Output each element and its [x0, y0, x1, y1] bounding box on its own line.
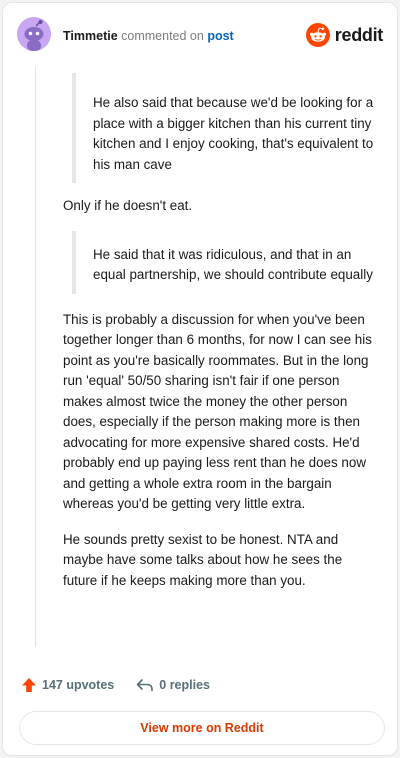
reply-count: 0 replies	[159, 678, 210, 692]
comment-actions: 147 upvotes 0 replies	[21, 677, 210, 693]
upvote-arrow-icon	[22, 678, 36, 692]
comment-card: Timmetie commented on post reddit He als…	[2, 2, 398, 756]
upvote-button[interactable]: 147 upvotes	[21, 677, 114, 693]
comment-paragraph: Only if he doesn't eat.	[63, 198, 193, 213]
view-more-label: View more on Reddit	[140, 721, 264, 735]
view-more-button[interactable]: View more on Reddit	[19, 711, 385, 745]
commented-on-label: commented on	[121, 29, 204, 43]
thread-line	[35, 67, 36, 647]
author-line: Timmetie commented on post	[63, 28, 234, 44]
avatar[interactable]	[17, 17, 51, 51]
quote-text: He also said that because we'd be lookin…	[93, 95, 374, 172]
replies-button[interactable]: 0 replies	[136, 677, 210, 693]
quote-text: He said that it was ridiculous, and that…	[93, 246, 373, 283]
reddit-logo-icon	[305, 23, 330, 47]
reddit-logo[interactable]: reddit	[305, 23, 384, 47]
post-link[interactable]: post	[207, 29, 233, 43]
snoo-avatar-icon	[17, 17, 51, 51]
reply-arrow-icon	[136, 679, 154, 692]
reddit-logo-text: reddit	[334, 24, 384, 45]
comment-header: Timmetie commented on post reddit	[3, 3, 397, 67]
comment-body: He also said that because we'd be lookin…	[63, 73, 377, 591]
upvote-count: 147 upvotes	[42, 678, 115, 692]
author-name[interactable]: Timmetie	[63, 29, 118, 43]
comment-paragraph: He sounds pretty sexist to be honest. NT…	[63, 531, 343, 588]
comment-paragraph: This is probably a discussion for when y…	[63, 311, 372, 512]
blockquote: He also said that because we'd be lookin…	[72, 73, 377, 183]
blockquote: He said that it was ridiculous, and that…	[72, 230, 377, 294]
